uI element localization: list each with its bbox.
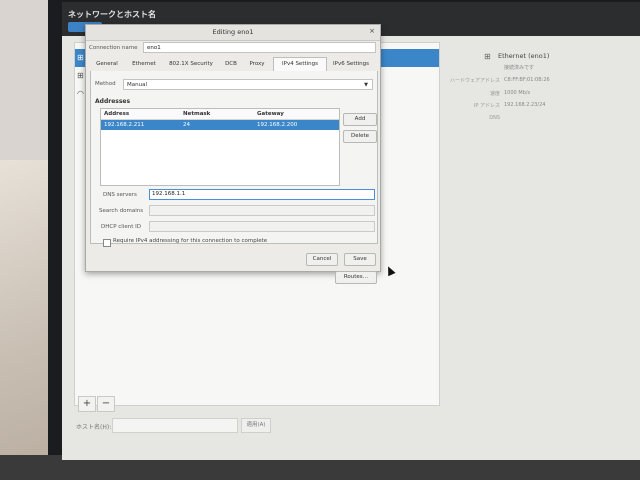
ethernet-icon: ⊞ <box>77 71 84 80</box>
detail-key: 速度 <box>489 91 500 97</box>
add-device-button[interactable]: + <box>78 396 96 412</box>
tab-proxy[interactable]: Proxy <box>243 58 271 70</box>
wifi-icon: ◠ <box>77 89 84 98</box>
dialog-titlebar: Editing eno1 × <box>86 25 380 41</box>
editing-dialog: Editing eno1 × Connection name eno1 Gene… <box>85 24 381 284</box>
chevron-down-icon: ▼ <box>364 82 368 88</box>
add-button[interactable]: Add <box>343 113 377 126</box>
dns-servers-input[interactable]: 192.168.1.1 <box>149 189 375 200</box>
close-icon[interactable]: × <box>369 27 375 35</box>
dns-servers-label: DNS servers <box>103 192 137 198</box>
window-title: ネットワークとホスト名 <box>68 10 156 19</box>
hostname-label: ホスト名(H): <box>76 424 112 431</box>
method-select[interactable]: Manual ▼ <box>123 79 373 90</box>
require-ipv4-checkbox[interactable] <box>103 239 111 247</box>
method-label: Method <box>95 81 116 87</box>
cancel-button[interactable]: Cancel <box>306 253 338 266</box>
table-header: Address Netmask Gateway <box>101 109 339 120</box>
detail-key: DNS <box>489 115 500 121</box>
column-header-netmask[interactable]: Netmask <box>183 109 210 119</box>
detail-value: C8:FF:BF:01:0B:26 <box>504 77 550 83</box>
require-ipv4-label: Require IPv4 addressing for this connect… <box>113 238 268 244</box>
column-header-address[interactable]: Address <box>104 109 129 119</box>
tab-general[interactable]: General <box>90 58 124 70</box>
tab-ipv6-settings[interactable]: IPv6 Settings <box>327 58 375 70</box>
netmask-cell[interactable]: 24 <box>183 120 190 130</box>
detail-value: 192.168.2.23/24 <box>504 102 546 108</box>
remove-device-button[interactable]: − <box>97 396 115 412</box>
address-cell[interactable]: 192.168.2.211 <box>104 120 144 130</box>
tab-dcb[interactable]: DCB <box>221 58 241 70</box>
ethernet-icon: ⊞ <box>77 53 84 62</box>
ethernet-icon: ⊞ <box>484 52 491 61</box>
apply-button[interactable]: 適用(A) <box>241 418 271 433</box>
tab-ethernet[interactable]: Ethernet <box>126 58 162 70</box>
dialog-title: Editing eno1 <box>212 28 254 36</box>
detail-key: IP アドレス <box>473 103 500 109</box>
hostname-input[interactable] <box>112 418 238 433</box>
desk-surface <box>0 160 50 480</box>
delete-button[interactable]: Delete <box>343 130 377 143</box>
addresses-table: Address Netmask Gateway 192.168.2.211 24… <box>100 108 340 186</box>
tab-ipv4-settings[interactable]: IPv4 Settings <box>273 57 327 72</box>
connection-name-input[interactable]: eno1 <box>143 42 376 53</box>
table-row[interactable]: 192.168.2.211 24 192.168.2.200 <box>101 120 339 130</box>
gateway-cell[interactable]: 192.168.2.200 <box>257 120 297 130</box>
method-value: Manual <box>127 82 147 88</box>
tab-bar: General Ethernet 802.1X Security DCB Pro… <box>90 57 376 72</box>
connection-name-label: Connection name <box>89 45 138 51</box>
column-header-gateway[interactable]: Gateway <box>257 109 284 119</box>
dhcp-client-id-label: DHCP client ID <box>101 224 141 230</box>
ipv4-settings-panel: Method Manual ▼ Addresses Address Netmas… <box>90 71 378 284</box>
dhcp-client-id-input[interactable] <box>149 221 375 232</box>
tab-8021x-security[interactable]: 802.1X Security <box>163 58 219 70</box>
device-heading: Ethernet (eno1) <box>498 52 550 60</box>
search-domains-label: Search domains <box>99 208 144 214</box>
device-status: 接続済みです <box>504 65 535 71</box>
addresses-heading: Addresses <box>95 98 131 105</box>
search-domains-input[interactable] <box>149 205 375 216</box>
save-button[interactable]: Save <box>344 253 376 266</box>
detail-key: ハードウェアアドレス <box>449 78 500 84</box>
routes-button[interactable]: Routes… <box>335 271 377 284</box>
detail-value: 1000 Mb/s <box>504 90 531 96</box>
